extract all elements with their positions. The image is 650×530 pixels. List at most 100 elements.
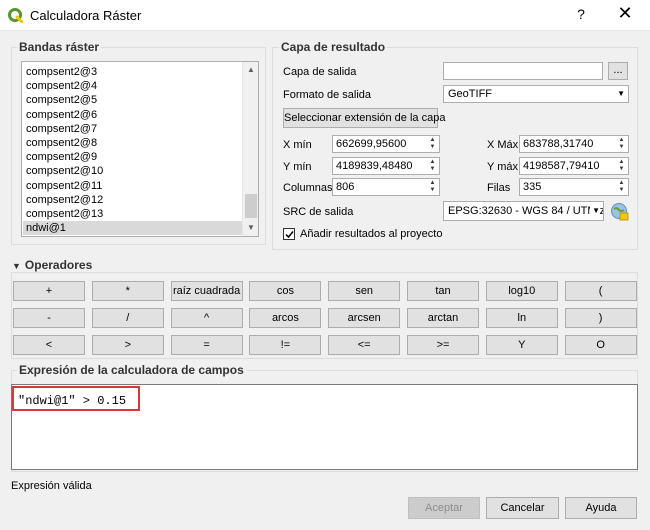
output-format-select[interactable]: GeoTIFF ▼ — [443, 85, 629, 103]
select-layer-extent-button[interactable]: Seleccionar extensión de la capa — [283, 108, 445, 128]
crs-selector-icon[interactable] — [609, 201, 629, 221]
list-scrollbar[interactable]: ▲ ▼ — [242, 62, 258, 236]
collapse-triangle-icon: ▼ — [12, 261, 21, 271]
spin-down-icon[interactable]: ▼ — [427, 144, 438, 151]
columns-value: 806 — [336, 181, 355, 193]
operator-button[interactable]: arcos — [249, 308, 322, 328]
window-title: Calculadora Ráster — [30, 8, 142, 23]
scroll-up-icon[interactable]: ▲ — [243, 62, 258, 78]
band-list-item[interactable]: compsent2@13 — [23, 207, 242, 221]
operator-button[interactable]: != — [249, 335, 322, 355]
output-format-label: Formato de salida — [283, 89, 372, 101]
output-layer-label: Capa de salida — [283, 66, 357, 78]
expression-highlight-box — [12, 386, 140, 411]
accept-button[interactable]: Aceptar — [408, 497, 480, 519]
spin-down-icon[interactable]: ▼ — [616, 187, 627, 194]
ymin-label: Y mín — [283, 161, 312, 173]
spin-up-icon[interactable]: ▲ — [616, 159, 627, 166]
xmax-spinbox[interactable]: 683788,31740 ▲ ▼ — [519, 135, 629, 153]
chevron-down-icon: ▼ — [617, 89, 625, 98]
spin-up-icon[interactable]: ▲ — [427, 180, 438, 187]
add-result-checkbox[interactable] — [283, 228, 295, 240]
columns-label: Columnas — [283, 182, 333, 194]
spin-down-icon[interactable]: ▼ — [616, 166, 627, 173]
spin-down-icon[interactable]: ▼ — [427, 187, 438, 194]
output-format-value: GeoTIFF — [448, 88, 493, 100]
crs-label: SRC de salida — [283, 206, 354, 218]
xmin-spinbox[interactable]: 662699,95600 ▲ ▼ — [332, 135, 440, 153]
band-list-item[interactable]: compsent2@11 — [23, 179, 242, 193]
band-list-item[interactable]: compsent2@9 — [23, 150, 242, 164]
band-list-item[interactable]: compsent2@4 — [23, 79, 242, 93]
operator-button[interactable]: arctan — [407, 308, 479, 328]
close-button[interactable]: ✕ — [614, 3, 636, 24]
xmin-label: X mín — [283, 139, 312, 151]
band-list-item[interactable]: compsent2@5 — [23, 93, 242, 107]
operator-button[interactable]: O — [564, 335, 637, 355]
band-list-item[interactable]: compsent2@10 — [23, 164, 242, 178]
band-list-item[interactable]: compsent2@8 — [23, 136, 242, 150]
spin-up-icon[interactable]: ▲ — [427, 137, 438, 144]
operator-button[interactable]: * — [91, 281, 164, 301]
band-list-item[interactable]: compsent2@3 — [23, 65, 242, 79]
scroll-down-icon[interactable]: ▼ — [243, 220, 258, 236]
help-dialog-button[interactable]: Ayuda — [565, 497, 637, 519]
operator-button[interactable]: arcsen — [328, 308, 401, 328]
operator-button[interactable]: ) — [564, 308, 637, 328]
band-list-item[interactable]: ndwi@1 — [23, 221, 242, 236]
operator-button[interactable]: ln — [485, 308, 558, 328]
xmin-value: 662699,95600 — [336, 138, 407, 150]
xmax-value: 683788,31740 — [523, 138, 594, 150]
operator-button[interactable]: raíz cuadrada — [170, 281, 243, 301]
bands-list[interactable]: ndwi@1 compsent2@13 compsent2@12 compsent2@… — [21, 61, 259, 237]
operator-button[interactable]: <= — [328, 335, 401, 355]
band-list-item[interactable]: compsent2@7 — [23, 122, 242, 136]
rows-label: Filas — [487, 182, 511, 194]
operator-button[interactable]: ( — [564, 281, 637, 301]
chevron-down-icon: ▼ — [590, 202, 600, 220]
operators-section-header[interactable]: ▼ Operadores — [12, 258, 92, 272]
operator-button[interactable]: + — [13, 281, 85, 301]
operator-button[interactable]: tan — [407, 281, 479, 301]
operator-button[interactable]: = — [170, 335, 243, 355]
scroll-thumb[interactable] — [245, 194, 257, 218]
band-list-item[interactable]: compsent2@12 — [23, 193, 242, 207]
spin-up-icon[interactable]: ▲ — [427, 159, 438, 166]
checkmark-icon — [285, 231, 294, 239]
output-layer-input[interactable] — [443, 62, 603, 80]
operator-button[interactable]: / — [91, 308, 164, 328]
operator-button[interactable]: sen — [328, 281, 401, 301]
ymin-value: 4189839,48480 — [336, 160, 413, 172]
operators-title: Operadores — [24, 258, 93, 272]
crs-select[interactable]: EPSG:32630 - WGS 84 / UTM z ▼ — [443, 201, 604, 221]
add-result-label: Añadir resultados al proyecto — [300, 228, 443, 240]
operator-button[interactable]: Y — [485, 335, 558, 355]
operator-button[interactable]: >= — [407, 335, 479, 355]
title-bar: Calculadora Ráster ? ✕ — [0, 0, 650, 31]
ymin-spinbox[interactable]: 4189839,48480 ▲ ▼ — [332, 157, 440, 175]
result-group-title: Capa de resultado — [279, 40, 388, 54]
operator-button[interactable]: < — [13, 335, 85, 355]
operator-button[interactable]: cos — [249, 281, 322, 301]
spin-down-icon[interactable]: ▼ — [427, 166, 438, 173]
band-list-item[interactable]: compsent2@6 — [23, 108, 242, 122]
ymax-label: Y máx — [487, 161, 518, 173]
ymax-spinbox[interactable]: 4198587,79410 ▲ ▼ — [519, 157, 629, 175]
crs-value: EPSG:32630 - WGS 84 / UTM z — [448, 205, 604, 217]
rows-value: 335 — [523, 181, 542, 193]
operator-button[interactable]: - — [13, 308, 85, 328]
spin-up-icon[interactable]: ▲ — [616, 137, 627, 144]
help-button[interactable]: ? — [572, 6, 590, 22]
bands-group-title: Bandas ráster — [17, 40, 102, 54]
columns-spinbox[interactable]: 806 ▲ ▼ — [332, 178, 440, 196]
cancel-button[interactable]: Cancelar — [486, 497, 559, 519]
rows-spinbox[interactable]: 335 ▲ ▼ — [519, 178, 629, 196]
spin-down-icon[interactable]: ▼ — [616, 144, 627, 151]
expression-group-title: Expresión de la calculadora de campos — [17, 363, 246, 377]
xmax-label: X Máx — [487, 139, 519, 151]
operator-button[interactable]: ^ — [170, 308, 243, 328]
spin-up-icon[interactable]: ▲ — [616, 180, 627, 187]
operator-button[interactable]: log10 — [485, 281, 558, 301]
browse-button[interactable]: ... — [608, 62, 628, 80]
operator-button[interactable]: > — [91, 335, 164, 355]
